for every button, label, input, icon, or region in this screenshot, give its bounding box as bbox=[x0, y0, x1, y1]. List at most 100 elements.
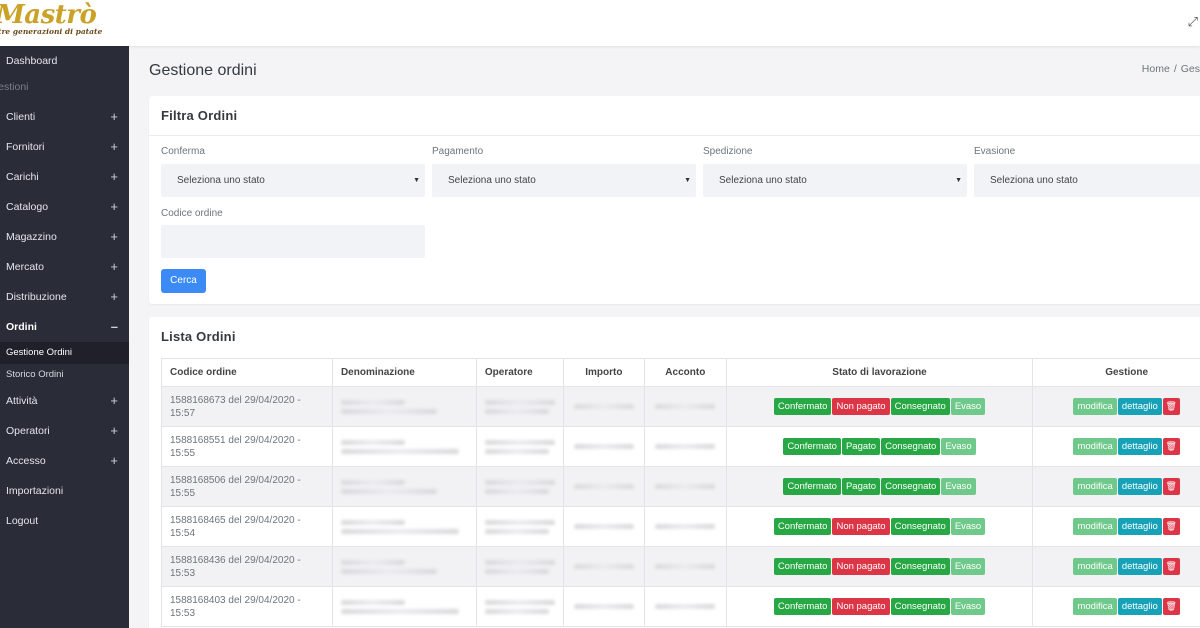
orders-table: Codice ordine Denominazione Operatore Im… bbox=[161, 358, 1200, 627]
sidebar-item-catalogo[interactable]: Catalogo + bbox=[0, 192, 129, 222]
logo-text: Mastrò bbox=[0, 0, 97, 30]
evasione-label: Evasione bbox=[974, 146, 1016, 157]
status-badge: Evaso bbox=[941, 438, 976, 455]
edit-button[interactable]: modifica bbox=[1073, 518, 1117, 535]
status-badge: Confermato bbox=[773, 398, 832, 415]
status-badge: Consegnato bbox=[881, 478, 941, 495]
detail-button[interactable]: dettaglio bbox=[1117, 558, 1162, 575]
spedizione-select[interactable]: Seleziona uno stato ▼ bbox=[703, 164, 967, 197]
sidebar-subitem-gestione-ordini[interactable]: Gestione Ordini bbox=[0, 342, 129, 364]
plus-icon: + bbox=[110, 453, 118, 468]
trash-icon[interactable]: 🗑 bbox=[1162, 558, 1180, 575]
col-denominazione[interactable]: Denominazione bbox=[331, 358, 477, 387]
edit-button[interactable]: modifica bbox=[1073, 478, 1117, 495]
filter-card-title: Filtra Ordini bbox=[149, 96, 1200, 136]
order-code: 1588168673 del 29/04/2020 - 15:57 bbox=[170, 394, 301, 419]
trash-icon[interactable]: 🗑 bbox=[1162, 438, 1180, 455]
conferma-select[interactable]: Seleziona uno stato ▼ bbox=[161, 164, 425, 197]
redacted-text bbox=[484, 479, 555, 485]
col-acconto[interactable]: Acconto bbox=[643, 358, 727, 387]
trash-icon[interactable]: 🗑 bbox=[1162, 398, 1180, 415]
col-operatore[interactable]: Operatore bbox=[475, 358, 564, 387]
status-badge: Evaso bbox=[941, 478, 976, 495]
sidebar-item-clienti[interactable]: Clienti + bbox=[0, 102, 129, 132]
sidebar-item-label: Operatori bbox=[6, 425, 50, 437]
detail-button[interactable]: dettaglio bbox=[1117, 478, 1162, 495]
detail-button[interactable]: dettaglio bbox=[1117, 518, 1162, 535]
status-badge: Consegnato bbox=[890, 598, 950, 615]
redacted-text bbox=[573, 564, 634, 569]
cell-importo bbox=[562, 506, 645, 547]
table-row: 1588168436 del 29/04/2020 - 15:53 Conferm… bbox=[161, 546, 1200, 587]
sidebar-item-magazzino[interactable]: Magazzino + bbox=[0, 222, 129, 252]
sidebar-item-accesso[interactable]: Accesso + bbox=[0, 446, 129, 476]
evasione-select-value: Seleziona uno stato bbox=[990, 175, 1078, 186]
sidebar-item-ordini[interactable]: Ordini – bbox=[0, 312, 129, 342]
cell-importo bbox=[562, 426, 645, 467]
trash-icon[interactable]: 🗑 bbox=[1162, 598, 1180, 615]
detail-button[interactable]: dettaglio bbox=[1117, 398, 1162, 415]
evasione-select[interactable]: Seleziona uno stato bbox=[974, 164, 1200, 197]
logo[interactable]: Mastrò tre generazioni di patate bbox=[0, 0, 102, 36]
redacted-text bbox=[340, 599, 405, 605]
cell-stato: Confermato Non pagato Consegnato Evaso bbox=[725, 386, 1034, 427]
redacted-text bbox=[340, 408, 437, 414]
sidebar-item-importazioni[interactable]: Importazioni bbox=[0, 476, 129, 506]
cell-codice: 1588168673 del 29/04/2020 - 15:57 bbox=[161, 386, 333, 427]
col-codice-ordine[interactable]: Codice ordine bbox=[161, 358, 333, 387]
plus-icon: + bbox=[110, 139, 118, 154]
cell-gestione: modifica dettaglio 🗑 bbox=[1032, 506, 1200, 547]
edit-button[interactable]: modifica bbox=[1073, 438, 1117, 455]
cell-importo bbox=[562, 546, 645, 587]
cell-gestione: modifica dettaglio 🗑 bbox=[1032, 546, 1200, 587]
main-content: Gestione ordini Home / Ges Filtra Ordini C… bbox=[129, 46, 1200, 628]
redacted-text bbox=[340, 519, 405, 525]
edit-button[interactable]: modifica bbox=[1073, 598, 1117, 615]
sidebar-item-mercato[interactable]: Mercato + bbox=[0, 252, 129, 282]
cell-stato: Confermato Non pagato Consegnato Evaso bbox=[725, 546, 1034, 587]
redacted-text bbox=[484, 568, 549, 574]
sidebar-item-operatori[interactable]: Operatori + bbox=[0, 416, 129, 446]
detail-button[interactable]: dettaglio bbox=[1117, 598, 1162, 615]
codice-ordine-input[interactable] bbox=[161, 225, 425, 258]
status-badge: Evaso bbox=[950, 558, 986, 575]
table-row: 1588168551 del 29/04/2020 - 15:55 Conferm… bbox=[161, 426, 1200, 467]
sidebar-item-label: Catalogo bbox=[6, 201, 49, 213]
redacted-text bbox=[655, 404, 716, 409]
cell-operatore bbox=[475, 386, 564, 427]
cell-operatore bbox=[475, 586, 564, 627]
sidebar-item-fornitori[interactable]: Fornitori + bbox=[0, 132, 129, 162]
search-button[interactable]: Cerca bbox=[161, 269, 206, 293]
expand-icon[interactable]: ⤢ bbox=[1188, 14, 1198, 30]
edit-button[interactable]: modifica bbox=[1073, 398, 1117, 415]
cell-operatore bbox=[475, 466, 564, 507]
trash-icon[interactable]: 🗑 bbox=[1162, 518, 1180, 535]
cell-importo bbox=[562, 586, 645, 627]
redacted-text bbox=[573, 524, 634, 529]
order-code: 1588168465 del 29/04/2020 - 15:54 bbox=[170, 514, 301, 539]
pagamento-select[interactable]: Seleziona uno stato ▼ bbox=[432, 164, 696, 197]
trash-icon[interactable]: 🗑 bbox=[1162, 478, 1180, 495]
col-gestione: Gestione bbox=[1032, 358, 1200, 387]
detail-button[interactable]: dettaglio bbox=[1117, 438, 1162, 455]
sidebar-item-distribuzione[interactable]: Distribuzione + bbox=[0, 282, 129, 312]
redacted-text bbox=[340, 528, 459, 534]
breadcrumb-home[interactable]: Home bbox=[1142, 63, 1170, 75]
redacted-text bbox=[484, 528, 549, 534]
order-code: 1588168436 del 29/04/2020 - 15:53 bbox=[170, 554, 301, 579]
redacted-text bbox=[655, 524, 716, 529]
conferma-select-value: Seleziona uno stato bbox=[177, 175, 265, 186]
edit-button[interactable]: modifica bbox=[1073, 558, 1117, 575]
sidebar-item-attivita[interactable]: Attività + bbox=[0, 386, 129, 416]
col-importo[interactable]: Importo bbox=[562, 358, 645, 387]
sidebar-item-dashboard[interactable]: Dashboard bbox=[0, 46, 129, 76]
sidebar-item-carichi[interactable]: Carichi + bbox=[0, 162, 129, 192]
sidebar-subitem-storico-ordini[interactable]: Storico Ordini bbox=[0, 364, 129, 386]
order-code: 1588168506 del 29/04/2020 - 15:55 bbox=[170, 474, 301, 499]
caret-down-icon: ▼ bbox=[684, 177, 691, 184]
sidebar-item-label: Importazioni bbox=[6, 485, 64, 497]
logo-tagline: tre generazioni di patate bbox=[0, 27, 103, 36]
sidebar-item-logout[interactable]: Logout bbox=[0, 506, 129, 536]
status-badge: Non pagato bbox=[832, 598, 890, 615]
sidebar-item-label: Accesso bbox=[6, 455, 46, 467]
